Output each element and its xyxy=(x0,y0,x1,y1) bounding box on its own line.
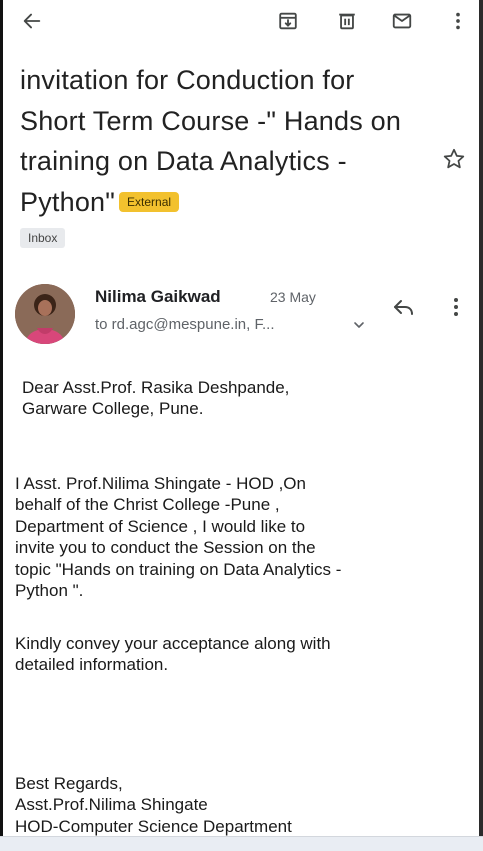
email-paragraph: Kindly convey your acceptance along with… xyxy=(15,634,331,675)
more-vert-icon xyxy=(456,12,460,30)
more-vert-icon xyxy=(454,298,458,316)
email-paragraph: I Asst. Prof.Nilima Shingate - HOD ,On b… xyxy=(15,474,342,601)
bottom-bar xyxy=(0,836,483,851)
delete-button[interactable] xyxy=(332,6,362,36)
trash-icon xyxy=(339,13,355,30)
expand-details-button[interactable] xyxy=(352,318,366,332)
subject-text: invitation for Conduction for Short Term… xyxy=(20,65,402,217)
sender-photo xyxy=(15,284,75,344)
reply-icon xyxy=(394,300,413,315)
message-more-button[interactable] xyxy=(446,294,466,320)
inbox-label[interactable]: Inbox xyxy=(20,228,66,248)
back-button[interactable] xyxy=(17,6,47,36)
arrow-left-icon xyxy=(23,13,41,29)
sender-name: Nilima Gaikwad xyxy=(95,287,221,306)
window-edge-left xyxy=(0,0,3,851)
external-badge: External xyxy=(119,191,180,212)
sent-date: 23 May xyxy=(270,289,316,305)
email-subject: invitation for Conduction for Short Term… xyxy=(20,60,420,222)
chevron-down-icon xyxy=(354,322,364,328)
avatar[interactable] xyxy=(15,284,75,344)
email-greeting: Dear Asst.Prof. Rasika Deshpande, Garwar… xyxy=(22,378,290,419)
mail-icon xyxy=(392,13,412,29)
star-icon xyxy=(443,148,465,169)
top-app-bar xyxy=(3,0,479,44)
window-edge-right xyxy=(479,0,483,851)
archive-icon xyxy=(279,12,297,30)
reply-button[interactable] xyxy=(390,294,418,320)
email-signature: Best Regards, Asst.Prof.Nilima Shingate … xyxy=(15,774,292,836)
more-options-button[interactable] xyxy=(443,6,473,36)
archive-button[interactable] xyxy=(273,6,303,36)
star-button[interactable] xyxy=(441,146,467,172)
mark-unread-button[interactable] xyxy=(387,6,417,36)
recipients[interactable]: to rd.agc@mespune.in, F... xyxy=(95,316,274,333)
